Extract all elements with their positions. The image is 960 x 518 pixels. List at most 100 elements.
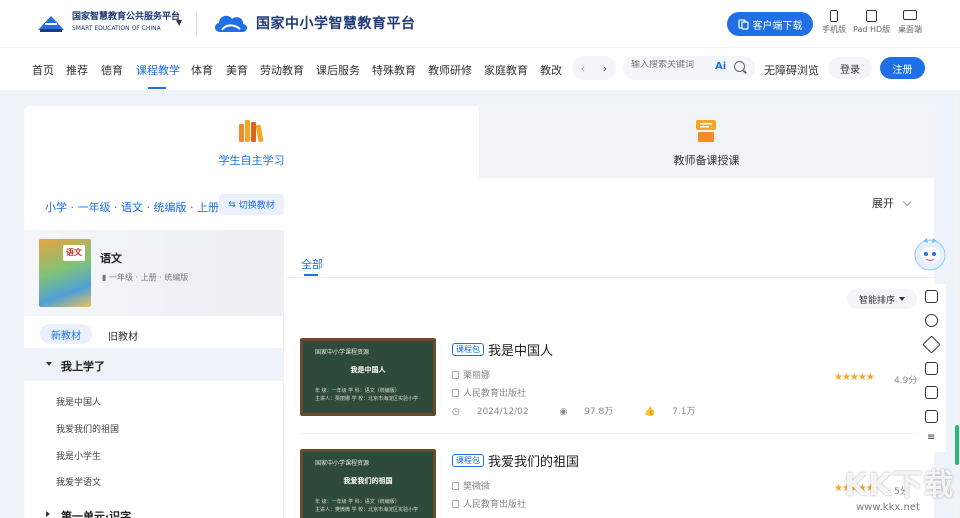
course-publisher-name: 人民教育出版社: [463, 389, 527, 399]
search-icon[interactable]: [734, 61, 745, 72]
tab-student-self-study[interactable]: 学生自主学习: [24, 106, 479, 178]
device-phone-label: 手机版: [822, 25, 846, 34]
sort-dropdown[interactable]: 智能排序: [847, 289, 917, 309]
course-author: 樊微微: [452, 479, 490, 492]
tab-all-underline: [304, 274, 318, 276]
course-divider: [300, 433, 920, 434]
logo-divider: [196, 12, 197, 36]
nav-item-special[interactable]: 特殊教育: [372, 62, 416, 78]
tab-old-edition[interactable]: 旧教材: [108, 328, 138, 343]
course-card[interactable]: 国家中小学课程资源 我爱我们的祖国 年 级：一年级 学 科：语文（统编版） 主讲…: [300, 449, 920, 518]
doc-icon: [452, 482, 459, 490]
search-input[interactable]: [631, 60, 711, 70]
search-box: Ai: [623, 56, 755, 80]
platform-logo[interactable]: 国家中小学智慧教育平台: [212, 10, 416, 36]
accessibility-link[interactable]: 无障碍浏览: [764, 62, 819, 78]
scrollbar-thumb[interactable]: [955, 425, 959, 465]
books-icon: [239, 120, 264, 143]
course-thumbnail[interactable]: 国家中小学课程资源 我爱我们的祖国 年 级：一年级 学 科：语文（统编版） 主讲…: [300, 449, 436, 518]
tab-teacher-label: 教师备课授课: [673, 154, 740, 167]
thumb-row: 年 级：一年级 学 科：语文（统编版）: [315, 388, 400, 394]
course-date-value: 2024/12/02: [476, 407, 529, 417]
nav-item-home[interactable]: 首页: [32, 62, 54, 78]
lesson-item[interactable]: 我爱我们的祖国: [56, 422, 119, 435]
nav-active-underline: [148, 87, 166, 89]
ai-assistant-robot-icon[interactable]: [913, 235, 947, 273]
unit-header-expanded[interactable]: 我上学了: [24, 348, 284, 381]
cube-icon[interactable]: [922, 335, 941, 354]
notes-icon[interactable]: [925, 386, 938, 399]
textbook-sidebar: 语文 语文 ▮ 一年级 · 上册 · 统编版 新教材 旧教材 我上学了 我是中国…: [24, 230, 284, 518]
course-package-badge: 课程包: [452, 454, 484, 467]
swap-icon: ⇆: [228, 199, 236, 210]
top-header: 国家智慧教育公共服务平台 SMART EDUCATION OF CHINA ▼ …: [0, 0, 960, 48]
ai-search-icon[interactable]: Ai: [715, 61, 726, 72]
device-desktop[interactable]: 桌面端: [898, 10, 922, 35]
course-likes: 👍 7.1万: [644, 407, 709, 417]
login-button[interactable]: 登录: [828, 57, 872, 79]
building-icon: [452, 500, 459, 508]
tab-teacher-prep[interactable]: 教师备课授课: [479, 106, 934, 178]
org-name-cn: 国家智慧教育公共服务平台: [72, 12, 181, 22]
watermark: KK下载 www.kkx.net: [840, 460, 960, 518]
desktop-icon: [903, 10, 917, 20]
course-thumbnail[interactable]: 国家中小学课程资源 我是中国人 年 级：一年级 学 科：语文（统编版） 主讲人：…: [300, 338, 436, 416]
tablet-icon: [866, 10, 878, 22]
thumb-title: 我爱我们的祖国: [343, 477, 393, 485]
course-author-name: 栗丽娜: [463, 371, 491, 381]
nav-item-teacher-training[interactable]: 教师研修: [428, 62, 472, 78]
course-title[interactable]: 我爱我们的祖国: [488, 451, 579, 470]
nav-item-sports[interactable]: 体育: [191, 62, 213, 78]
book-card: 语文 语文 ▮ 一年级 · 上册 · 统编版: [24, 230, 284, 316]
nav-scroll-arrows: ‹ ›: [572, 56, 616, 80]
watermark-logo: KK下载: [844, 468, 955, 503]
course-author: 栗丽娜: [452, 368, 490, 381]
lesson-item[interactable]: 我是小学生: [56, 449, 101, 462]
device-phone[interactable]: 手机版: [822, 10, 846, 35]
nav-item-courses[interactable]: 课程教学: [136, 62, 180, 78]
expand-toggle[interactable]: 展开: [872, 195, 912, 211]
lesson-item[interactable]: 我爱学语文: [56, 475, 101, 488]
nav-item-recommend[interactable]: 推荐: [66, 62, 88, 78]
tab-divider: [286, 277, 934, 278]
register-button[interactable]: 注册: [880, 57, 925, 79]
device-pad[interactable]: Pad HD版: [853, 10, 890, 35]
clock-icon: ◷: [452, 407, 463, 417]
course-title[interactable]: 我是中国人: [488, 340, 553, 359]
nav-next-icon[interactable]: ›: [603, 62, 607, 75]
nav-item-moral[interactable]: 德育: [101, 62, 123, 78]
nav-item-arts[interactable]: 美育: [226, 62, 248, 78]
textbook-breadcrumb[interactable]: 小学 · 一年级 · 语文 · 统编版 · 上册: [45, 199, 219, 215]
course-views-value: 97.8万: [584, 407, 614, 417]
download-client-button[interactable]: 客户端下载: [727, 12, 813, 36]
copy-icon[interactable]: [925, 362, 938, 375]
menu-icon[interactable]: ≡: [927, 432, 935, 443]
tab-new-edition[interactable]: 新教材: [40, 324, 92, 344]
org-logo[interactable]: 国家智慧教育公共服务平台 SMART EDUCATION OF CHINA: [36, 12, 180, 34]
book-cover: 语文: [39, 239, 91, 307]
course-card[interactable]: 国家中小学课程资源 我是中国人 年 级：一年级 学 科：语文（统编版） 主讲人：…: [300, 338, 920, 422]
report-icon[interactable]: [925, 410, 938, 423]
switch-textbook-button[interactable]: ⇆ 切换教材: [219, 194, 284, 215]
thumb-header: 国家中小学课程资源: [315, 460, 370, 467]
book-meta-text: 一年级 · 上册 · 统编版: [108, 273, 189, 282]
tab-all[interactable]: 全部: [301, 256, 323, 272]
home-icon[interactable]: [925, 290, 938, 303]
course-views: ◉ 97.8万: [559, 407, 627, 417]
download-client-icon: [737, 18, 749, 30]
doc-icon: [452, 371, 459, 379]
device-desktop-label: 桌面端: [898, 25, 922, 34]
lesson-item[interactable]: 我是中国人: [56, 395, 101, 408]
platform-switch-caret-icon[interactable]: ▼: [176, 18, 182, 27]
nav-item-family[interactable]: 家庭教育: [484, 62, 528, 78]
help-icon[interactable]: [925, 314, 938, 327]
nav-prev-icon[interactable]: ‹: [581, 62, 585, 75]
content-panel: 小学 · 一年级 · 语文 · 统编版 · 上册 ⇆ 切换教材 展开 语文 语文…: [24, 178, 934, 518]
nav-item-reform[interactable]: 教改: [540, 62, 564, 78]
nav-item-after-school[interactable]: 课后服务: [316, 62, 360, 78]
unit-title: 第一单元·识字: [61, 510, 132, 518]
nav-item-labor[interactable]: 劳动教育: [260, 62, 304, 78]
caret-down-icon: [46, 362, 52, 366]
course-publisher: 人民教育出版社: [452, 386, 526, 399]
device-pad-label: Pad HD版: [853, 25, 891, 34]
